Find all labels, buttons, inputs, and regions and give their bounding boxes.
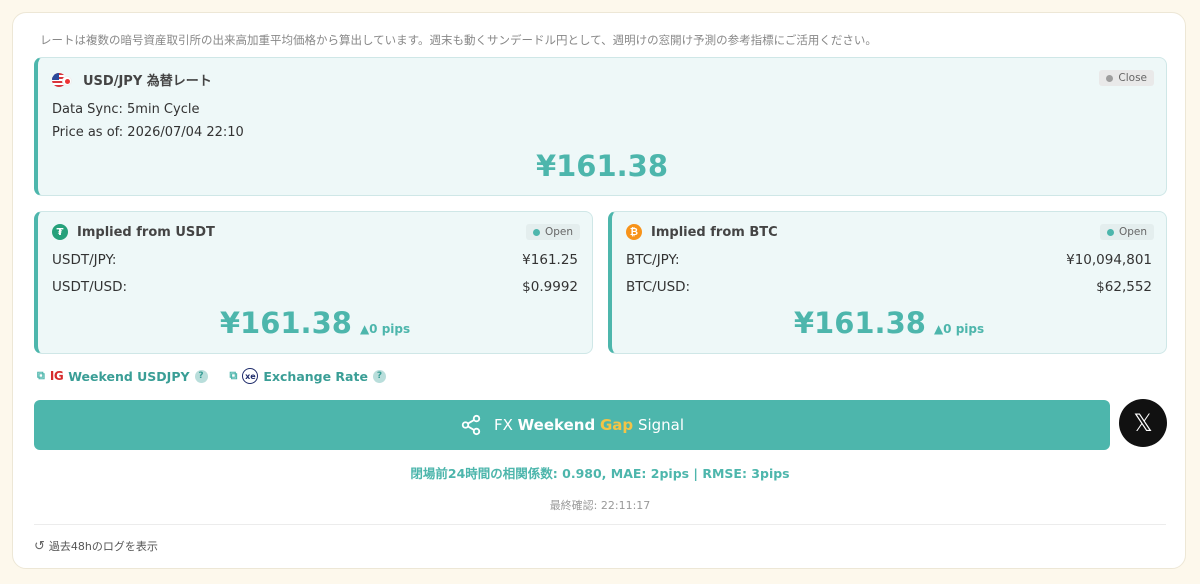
usdjpy-card-header: USD/JPY 為替レート: [52, 70, 212, 89]
xe-exchange-link[interactable]: ⧉ xe Exchange Rate ?: [230, 368, 386, 384]
help-icon[interactable]: ?: [372, 369, 386, 383]
btc-card-title: Implied from BTC: [651, 224, 778, 240]
row-label: BTC/USD:: [626, 279, 691, 295]
x-share-button[interactable]: 𝕏: [1119, 399, 1167, 447]
data-sync-text: Data Sync: 5min Cycle: [52, 102, 200, 117]
btc-implied-price: ¥161.38: [793, 306, 926, 340]
status-label: Close: [1118, 72, 1147, 84]
external-link-icon: ⧉: [37, 369, 45, 382]
row-label: BTC/JPY:: [626, 252, 680, 268]
row-value: ¥161.25: [522, 252, 578, 268]
btc-usd-row: BTC/USD: $62,552: [626, 279, 1152, 295]
ig-link-label: Weekend USDJPY: [68, 368, 190, 384]
bitcoin-icon: ₿: [626, 224, 642, 240]
ig-logo-icon: IG: [49, 369, 64, 383]
usdt-card-header: ₮ Implied from USDT: [52, 224, 215, 240]
usdjpy-price: ¥161.38: [535, 149, 669, 183]
btc-pips-delta: ▲0 pips: [933, 322, 985, 336]
fx-weekend-gap-signal-button[interactable]: FX Weekend Gap Signal: [34, 400, 1110, 450]
status-dot-icon: [1106, 228, 1114, 236]
usdt-implied-price-row: ¥161.38 ▲0 pips: [38, 306, 592, 340]
external-links: ⧉ IG Weekend USDJPY ? ⧉ xe Exchange Rate…: [37, 368, 402, 384]
usdjpy-rate-card: USD/JPY 為替レート Close Data Sync: 5min Cycl…: [34, 57, 1167, 196]
row-label: USDT/USD:: [52, 279, 128, 295]
xe-link-label: Exchange Rate: [263, 368, 368, 384]
btc-status-badge: Open: [1099, 224, 1154, 240]
history-icon: ↺: [34, 538, 45, 554]
row-value: ¥10,094,801: [1066, 252, 1152, 268]
main-panel: レートは複数の暗号資産取引所の出来高加重平均価格から算出しています。週末も動くサ…: [12, 12, 1186, 569]
usdt-implied-price: ¥161.38: [219, 306, 352, 340]
usdt-implied-card: ₮ Implied from USDT Open USDT/JPY: ¥161.…: [34, 211, 593, 354]
btc-jpy-row: BTC/JPY: ¥10,094,801: [626, 252, 1152, 268]
signal-gap: Gap: [599, 416, 634, 434]
tether-icon: ₮: [52, 224, 68, 240]
signal-weekend: Weekend: [517, 416, 596, 434]
divider: [34, 524, 1166, 525]
xe-logo-icon: xe: [242, 368, 259, 384]
price-as-of-text: Price as of: 2026/07/04 22:10: [52, 125, 244, 140]
share-icon: [461, 414, 481, 436]
log-link-label: 過去48hのログを表示: [48, 540, 158, 553]
usdt-card-title: Implied from USDT: [77, 224, 215, 240]
us-jp-flag-icon: [52, 72, 74, 88]
correlation-stats: 閉場前24時間の相関係数: 0.980, MAE: 2pips | RMSE: …: [410, 466, 790, 481]
btc-implied-price-row: ¥161.38 ▲0 pips: [612, 306, 1166, 340]
usdt-usd-row: USDT/USD: $0.9992: [52, 279, 578, 295]
help-icon[interactable]: ?: [194, 369, 208, 383]
status-label: Open: [1118, 226, 1147, 238]
external-link-icon: ⧉: [229, 369, 238, 382]
signal-prefix: FX: [493, 416, 513, 434]
row-label: USDT/JPY:: [52, 252, 117, 268]
btc-card-header: ₿ Implied from BTC: [626, 224, 778, 240]
usdjpy-card-title: USD/JPY 為替レート: [83, 74, 212, 89]
notice-text: レートは複数の暗号資産取引所の出来高加重平均価格から算出しています。週末も動くサ…: [40, 33, 877, 47]
status-dot-icon: [1106, 74, 1114, 82]
status-label: Open: [544, 226, 573, 238]
market-status-badge: Close: [1099, 70, 1154, 86]
usdt-status-badge: Open: [525, 224, 580, 240]
row-value: $62,552: [1096, 279, 1152, 295]
signal-suffix: Signal: [637, 416, 685, 434]
show-log-link[interactable]: ↺ 過去48hのログを表示: [34, 538, 158, 554]
usdt-jpy-row: USDT/JPY: ¥161.25: [52, 252, 578, 268]
signal-button-label: FX Weekend Gap Signal: [494, 416, 684, 434]
last-check-time: 最終確認: 22:11:17: [549, 499, 651, 512]
usdt-pips-delta: ▲0 pips: [359, 322, 411, 336]
status-dot-icon: [532, 228, 540, 236]
row-value: $0.9992: [522, 279, 578, 295]
ig-weekend-link[interactable]: ⧉ IG Weekend USDJPY ?: [37, 369, 208, 384]
btc-implied-card: ₿ Implied from BTC Open BTC/JPY: ¥10,094…: [608, 211, 1167, 354]
